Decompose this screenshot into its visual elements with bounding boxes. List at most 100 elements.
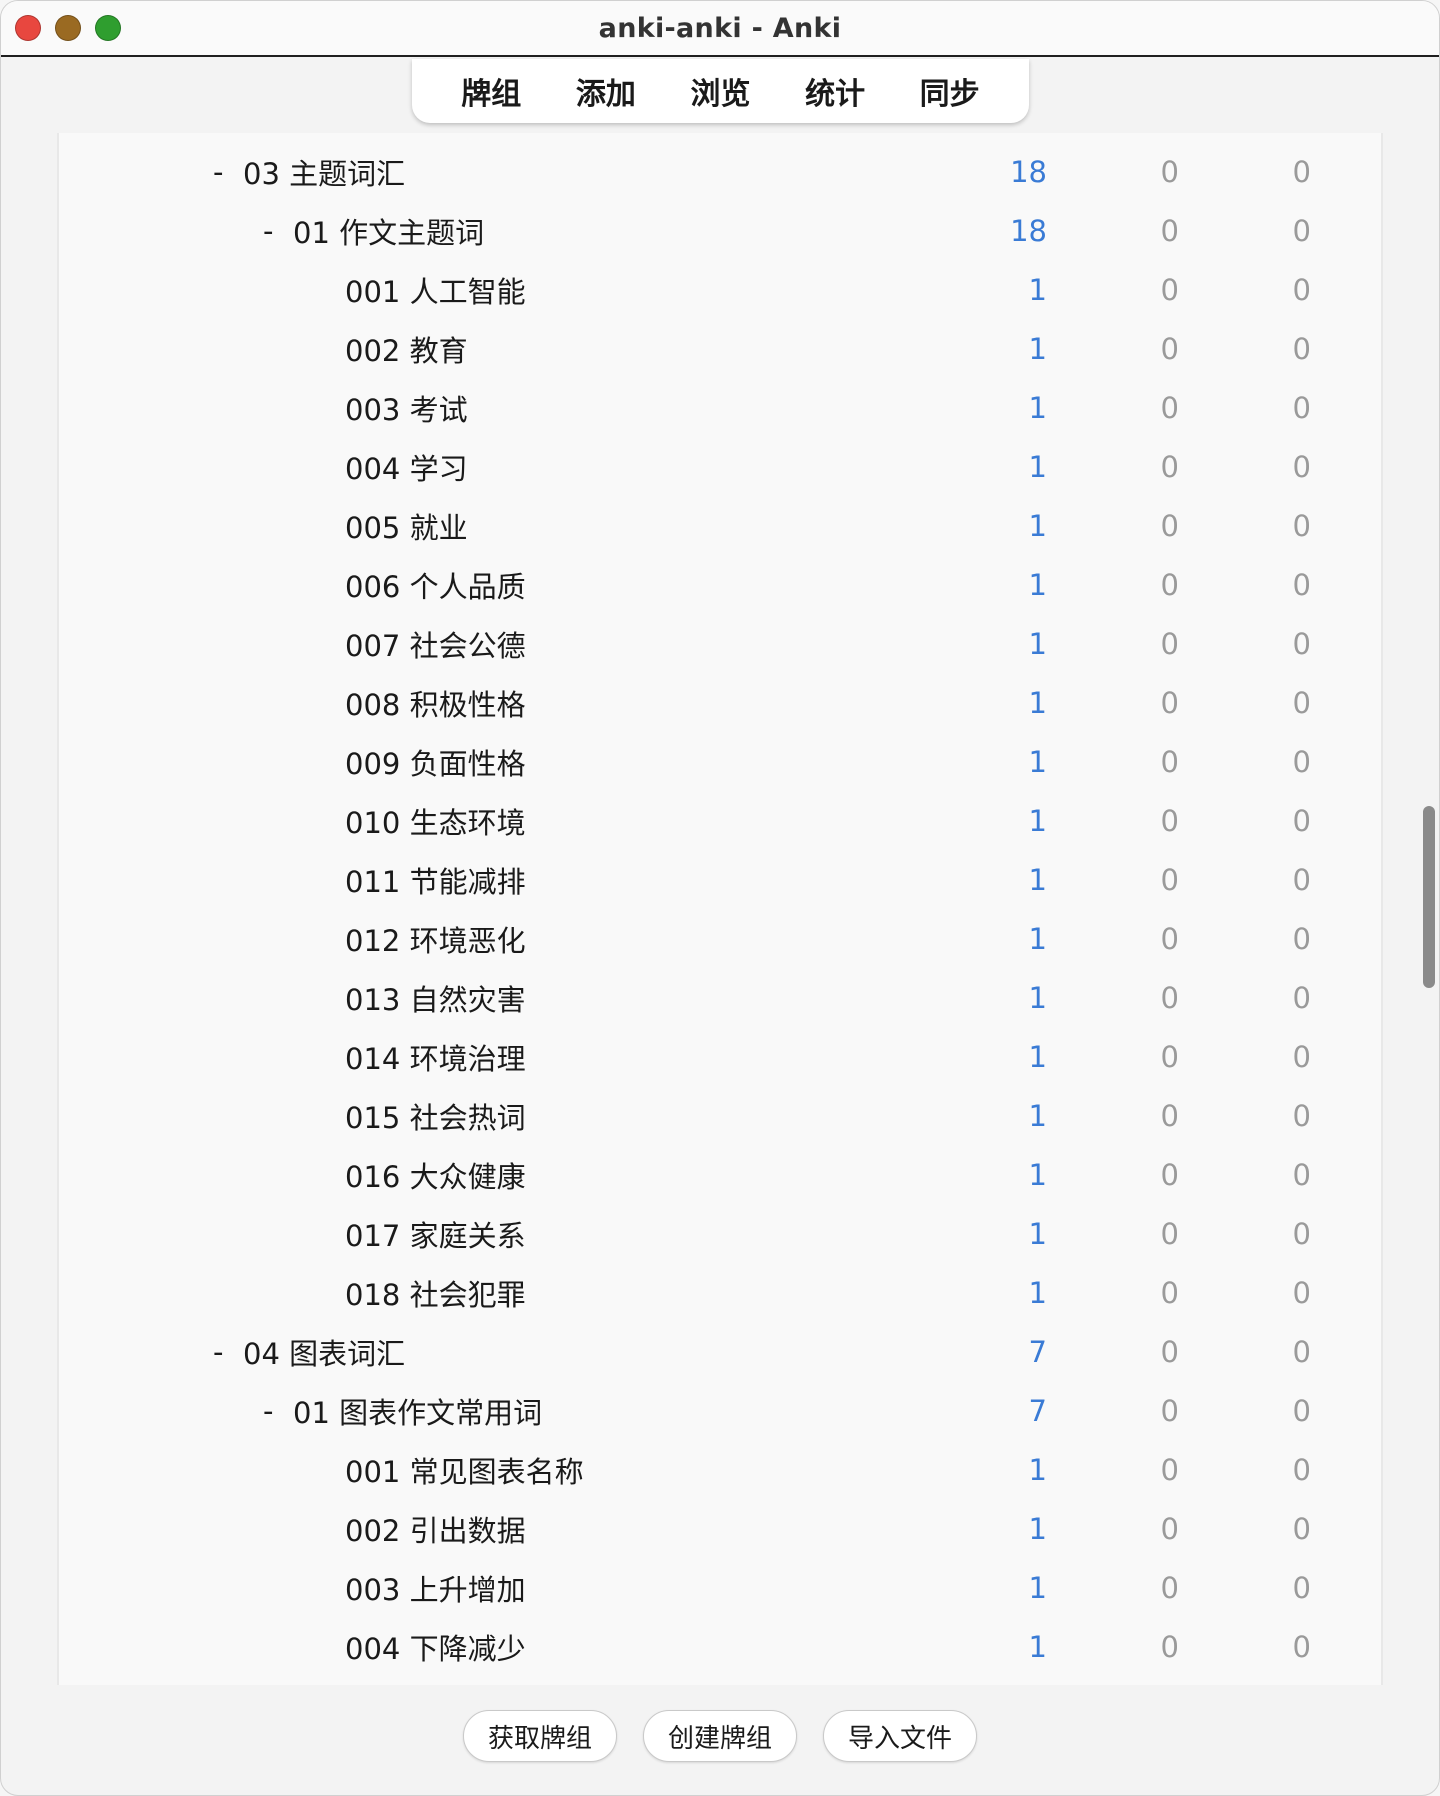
deck-name[interactable]: 004 下降减少 — [345, 1626, 526, 1668]
due-count: 0 — [1292, 1157, 1311, 1192]
deck-row[interactable]: 001 常见图表名称 1 0 0 — [59, 1440, 1381, 1499]
deck-row[interactable]: 007 社会公德 1 0 0 — [59, 614, 1381, 673]
deck-name[interactable]: 03 主题词汇 — [243, 151, 405, 193]
title-bar[interactable]: anki-anki - Anki — [1, 1, 1439, 57]
close-window-button[interactable] — [15, 15, 41, 41]
learn-count: 0 — [1160, 1157, 1179, 1192]
deck-row[interactable]: 003 考试 1 0 0 — [59, 378, 1381, 437]
deck-row[interactable]: 006 个人品质 1 0 0 — [59, 555, 1381, 614]
new-count: 7 — [1028, 1334, 1047, 1369]
deck-row[interactable]: 005 就业 1 0 0 — [59, 496, 1381, 555]
deck-row[interactable]: -04 图表词汇 7 0 0 — [59, 1322, 1381, 1381]
deck-row[interactable]: 003 上升增加 1 0 0 — [59, 1558, 1381, 1617]
toolbar-stats-button[interactable]: 统计 — [799, 65, 871, 117]
deck-name[interactable]: 003 上升增加 — [345, 1567, 526, 1609]
deck-name[interactable]: 003 考试 — [345, 387, 468, 429]
deck-row[interactable]: 015 社会热词 1 0 0 — [59, 1086, 1381, 1145]
toolbar-decks-button[interactable]: 牌组 — [455, 65, 527, 117]
due-count: 0 — [1292, 1275, 1311, 1310]
deck-row[interactable]: 009 负面性格 1 0 0 — [59, 732, 1381, 791]
create-deck-button[interactable]: 创建牌组 — [642, 1710, 797, 1762]
learn-count: 0 — [1160, 154, 1179, 189]
learn-count: 0 — [1160, 1334, 1179, 1369]
deck-name[interactable]: 013 自然灾害 — [345, 977, 526, 1019]
deck-name[interactable]: 01 作文主题词 — [293, 210, 484, 252]
deck-row[interactable]: 002 教育 1 0 0 — [59, 319, 1381, 378]
deck-row[interactable]: 018 社会犯罪 1 0 0 — [59, 1263, 1381, 1322]
collapse-toggle[interactable]: - — [213, 1335, 243, 1369]
due-count: 0 — [1292, 626, 1311, 661]
deck-name[interactable]: 002 教育 — [345, 328, 468, 370]
new-count: 1 — [1028, 567, 1047, 602]
deck-name[interactable]: 012 环境恶化 — [345, 918, 526, 960]
deck-row[interactable]: 017 家庭关系 1 0 0 — [59, 1204, 1381, 1263]
deck-name[interactable]: 002 引出数据 — [345, 1508, 526, 1550]
deck-name[interactable]: 005 就业 — [345, 505, 468, 547]
deck-name[interactable]: 018 社会犯罪 — [345, 1272, 526, 1314]
deck-name[interactable]: 016 大众健康 — [345, 1154, 526, 1196]
deck-name[interactable]: 004 学习 — [345, 446, 468, 488]
deck-row[interactable]: 004 学习 1 0 0 — [59, 437, 1381, 496]
deck-name[interactable]: 04 图表词汇 — [243, 1331, 405, 1373]
deck-name[interactable]: 009 负面性格 — [345, 741, 526, 783]
learn-count: 0 — [1160, 803, 1179, 838]
deck-row[interactable]: 013 自然灾害 1 0 0 — [59, 968, 1381, 1027]
learn-count: 0 — [1160, 744, 1179, 779]
new-count: 1 — [1028, 1098, 1047, 1133]
window-controls — [15, 15, 121, 41]
toolbar-browse-button[interactable]: 浏览 — [684, 65, 756, 117]
deck-row[interactable]: 016 大众健康 1 0 0 — [59, 1145, 1381, 1204]
due-count: 0 — [1292, 685, 1311, 720]
deck-name-cell: 004 学习 — [345, 446, 468, 488]
due-count: 0 — [1292, 803, 1311, 838]
vertical-scrollbar[interactable] — [1423, 806, 1435, 988]
deck-name[interactable]: 011 节能减排 — [345, 859, 526, 901]
deck-row[interactable]: -03 主题词汇 18 0 0 — [59, 142, 1381, 201]
deck-name[interactable]: 010 生态环境 — [345, 800, 526, 842]
deck-name-cell: -03 主题词汇 — [213, 151, 405, 193]
maximize-window-button[interactable] — [95, 15, 121, 41]
deck-name[interactable]: 006 个人品质 — [345, 564, 526, 606]
deck-name-cell: 010 生态环境 — [345, 800, 526, 842]
new-count: 1 — [1028, 626, 1047, 661]
deck-name-cell: -01 作文主题词 — [263, 210, 484, 252]
deck-name[interactable]: 014 环境治理 — [345, 1036, 526, 1078]
deck-name[interactable]: 01 图表作文常用词 — [293, 1390, 542, 1432]
due-count: 0 — [1292, 1393, 1311, 1428]
deck-name[interactable]: 001 常见图表名称 — [345, 1449, 584, 1491]
learn-count: 0 — [1160, 567, 1179, 602]
due-count: 0 — [1292, 1452, 1311, 1487]
deck-row[interactable]: -01 图表作文常用词 7 0 0 — [59, 1381, 1381, 1440]
deck-row[interactable]: 001 人工智能 1 0 0 — [59, 260, 1381, 319]
deck-row[interactable]: 011 节能减排 1 0 0 — [59, 850, 1381, 909]
toolbar-add-button[interactable]: 添加 — [570, 65, 642, 117]
deck-name-cell: 003 上升增加 — [345, 1567, 526, 1609]
deck-row[interactable]: -01 作文主题词 18 0 0 — [59, 201, 1381, 260]
deck-name[interactable]: 017 家庭关系 — [345, 1213, 526, 1255]
deck-name-cell: 017 家庭关系 — [345, 1213, 526, 1255]
import-file-button[interactable]: 导入文件 — [823, 1710, 978, 1762]
deck-row[interactable]: 014 环境治理 1 0 0 — [59, 1027, 1381, 1086]
deck-name[interactable]: 008 积极性格 — [345, 682, 526, 724]
deck-row[interactable]: 004 下降减少 1 0 0 — [59, 1617, 1381, 1676]
learn-count: 0 — [1160, 508, 1179, 543]
collapse-toggle[interactable]: - — [263, 1394, 293, 1428]
get-shared-decks-button[interactable]: 获取牌组 — [462, 1710, 617, 1762]
collapse-toggle[interactable]: - — [263, 214, 293, 248]
minimize-window-button[interactable] — [55, 15, 81, 41]
deck-name[interactable]: 007 社会公德 — [345, 623, 526, 665]
new-count: 1 — [1028, 331, 1047, 366]
deck-row[interactable]: 002 引出数据 1 0 0 — [59, 1499, 1381, 1558]
deck-row[interactable]: 010 生态环境 1 0 0 — [59, 791, 1381, 850]
deck-name[interactable]: 001 人工智能 — [345, 269, 526, 311]
new-count: 1 — [1028, 803, 1047, 838]
deck-name-cell: 002 教育 — [345, 328, 468, 370]
due-count: 0 — [1292, 1216, 1311, 1251]
collapse-toggle[interactable]: - — [213, 155, 243, 189]
due-count: 0 — [1292, 1570, 1311, 1605]
deck-row[interactable]: 008 积极性格 1 0 0 — [59, 673, 1381, 732]
deck-name-cell: 004 下降减少 — [345, 1626, 526, 1668]
deck-name[interactable]: 015 社会热词 — [345, 1095, 526, 1137]
toolbar-sync-button[interactable]: 同步 — [914, 65, 986, 117]
deck-row[interactable]: 012 环境恶化 1 0 0 — [59, 909, 1381, 968]
